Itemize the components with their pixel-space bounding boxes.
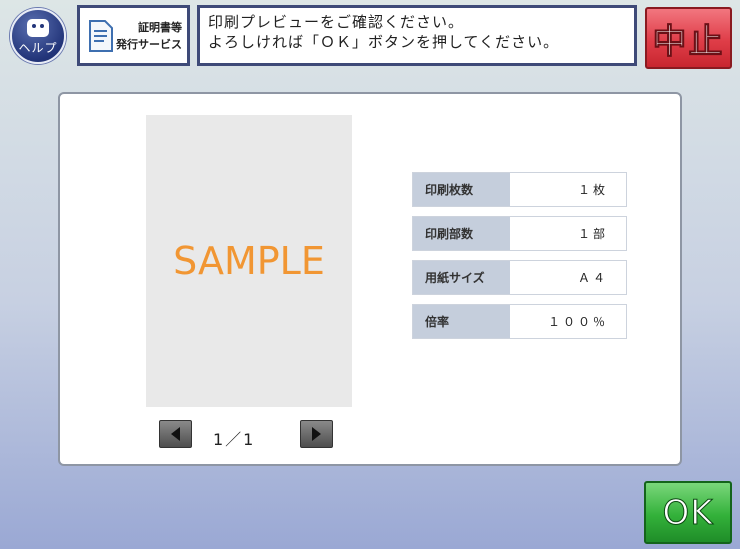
settings-label: 印刷枚数 (413, 173, 510, 206)
instruction-message: 印刷プレビューをご確認ください。 よろしければ「ＯＫ」ボタンを押してください。 (197, 5, 637, 66)
settings-row-paper-size: 用紙サイズ Ａ４ (412, 260, 627, 295)
service-title: 証明書等 発行サービス (116, 19, 182, 53)
help-button[interactable]: ヘルプ (10, 8, 66, 64)
cancel-button[interactable]: 中止 (645, 7, 732, 69)
arrow-right-icon (312, 427, 321, 441)
message-line-2: よろしければ「ＯＫ」ボタンを押してください。 (208, 33, 560, 51)
ok-button[interactable]: OK (644, 481, 732, 544)
settings-value: １００％ (510, 305, 626, 338)
next-page-button[interactable] (300, 420, 333, 448)
settings-label: 用紙サイズ (413, 261, 510, 294)
previous-page-button[interactable] (159, 420, 192, 448)
settings-label: 印刷部数 (413, 217, 510, 250)
print-settings-table: 印刷枚数 １枚 印刷部数 １部 用紙サイズ Ａ４ 倍率 １００％ (412, 172, 627, 348)
sample-watermark: SAMPLE (173, 239, 325, 283)
settings-value: １枚 (510, 173, 626, 206)
help-label: ヘルプ (18, 40, 58, 55)
service-title-line2: 発行サービス (116, 37, 182, 51)
settings-label: 倍率 (413, 305, 510, 338)
settings-row-scale: 倍率 １００％ (412, 304, 627, 339)
service-title-button[interactable]: 証明書等 発行サービス (77, 5, 190, 66)
document-icon (89, 19, 113, 52)
print-preview-panel: SAMPLE 1／1 印刷枚数 １枚 印刷部数 １部 用紙サイズ Ａ４ 倍率 １… (58, 92, 682, 466)
arrow-left-icon (171, 427, 180, 441)
settings-row-sets: 印刷部数 １部 (412, 216, 627, 251)
preview-page: SAMPLE (146, 115, 352, 407)
settings-row-copies: 印刷枚数 １枚 (412, 172, 627, 207)
page-indicator: 1／1 (213, 430, 256, 449)
settings-value: １部 (510, 217, 626, 250)
help-face-icon (27, 18, 49, 37)
service-title-line1: 証明書等 (138, 20, 182, 34)
settings-value: Ａ４ (510, 261, 626, 294)
message-line-1: 印刷プレビューをご確認ください。 (208, 13, 465, 31)
